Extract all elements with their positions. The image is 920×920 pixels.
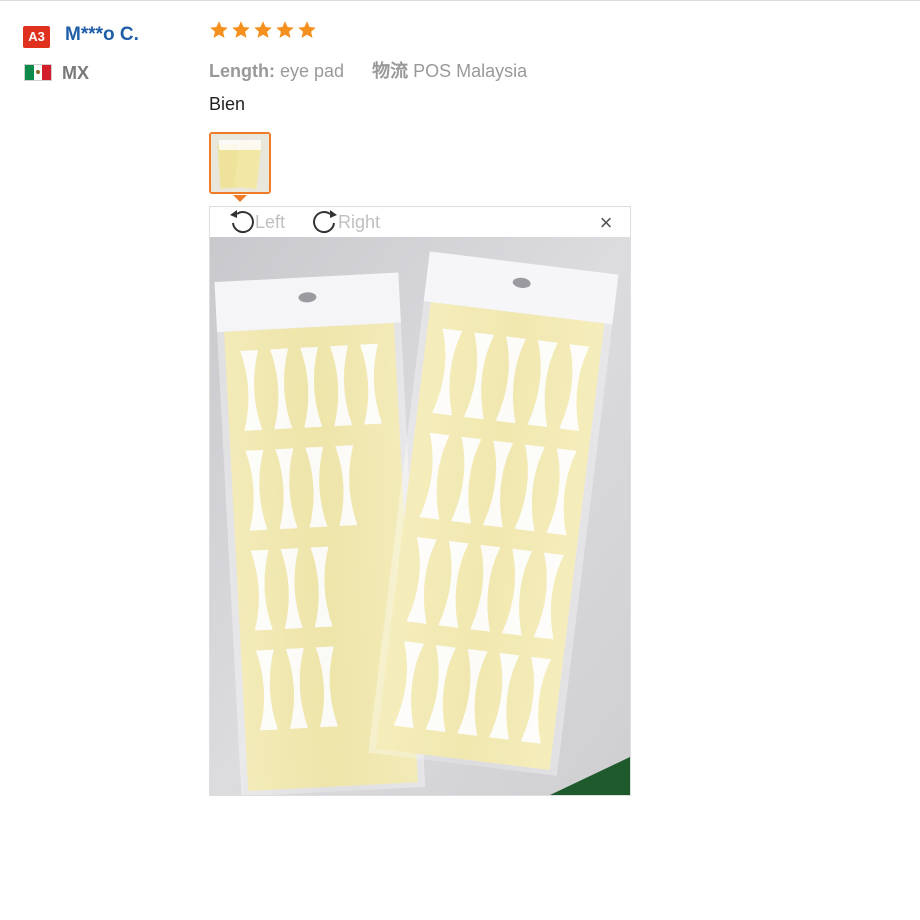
shipping-value: POS Malaysia (413, 61, 528, 81)
length-value: eye pad (280, 61, 345, 81)
review-photo-thumbnail[interactable] (209, 132, 271, 194)
rotate-left-button[interactable]: Left (225, 207, 285, 237)
review-photo (210, 237, 630, 795)
reviewer-name: M***o C. (65, 24, 139, 45)
buyer-level-badge: A3 (23, 26, 50, 48)
viewer-toolbar: Left Right × (210, 207, 630, 237)
eye-pad-thumbnail-image (211, 134, 269, 192)
close-icon[interactable]: × (596, 212, 616, 234)
top-divider (0, 0, 920, 1)
thumbnail-pointer (233, 195, 247, 202)
star-icon (254, 21, 272, 38)
shipping-label: 物流 (372, 61, 409, 81)
star-rating (209, 20, 317, 40)
rotate-right-label: Right (338, 211, 381, 232)
star-icon (298, 21, 316, 38)
mexico-flag-icon (24, 64, 52, 81)
star-icon (232, 21, 250, 38)
reviewer-country: MX (62, 63, 89, 83)
eye-pad-packages-image (210, 237, 630, 795)
rotate-left-icon (230, 210, 254, 233)
rotate-left-label: Left (255, 211, 286, 232)
star-icon (210, 21, 228, 38)
star-icon (276, 21, 294, 38)
review-text: Bien (209, 94, 246, 114)
photo-viewer: Left Right × (209, 206, 631, 796)
product-attributes: Length: eye pad 物流 POS Malaysia (209, 57, 527, 83)
rotate-right-button[interactable]: Right (308, 207, 380, 237)
length-label: Length: (209, 61, 275, 81)
rotate-right-icon (313, 210, 337, 233)
